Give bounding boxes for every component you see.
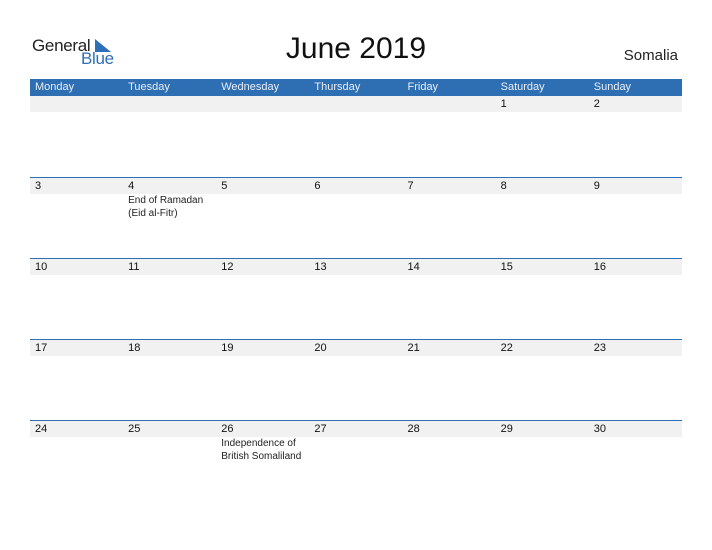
- holiday-event: [30, 194, 123, 220]
- day-number: 26: [221, 423, 234, 435]
- weekday-tuesday: Tuesday: [128, 81, 170, 93]
- day-number: 2: [593, 98, 600, 110]
- holiday-event: [403, 437, 496, 463]
- weekday-wednesday: Wednesday: [221, 81, 280, 93]
- holiday-event: [496, 437, 589, 463]
- day-number: 6: [314, 180, 321, 192]
- holiday-event: End of Ramadan (Eid al-Fitr): [128, 195, 204, 219]
- holiday-event: [123, 437, 216, 463]
- holiday-event: [496, 194, 589, 220]
- day-number: 12: [221, 261, 234, 273]
- day-number-band: 10 11 12 13 14 15 16: [30, 259, 682, 275]
- day-number: 3: [35, 180, 42, 192]
- weekday-thursday: Thursday: [314, 81, 361, 93]
- day-number: 17: [35, 342, 48, 354]
- day-number: 23: [593, 342, 606, 354]
- day-number: 22: [500, 342, 513, 354]
- week-row: 24 25 26 27 28 29 30 Independence of British So…: [30, 420, 682, 501]
- day-number: 11: [128, 261, 140, 273]
- day-number: 9: [593, 180, 600, 192]
- holiday-event: [403, 194, 496, 220]
- day-number-band: 24 25 26 27 28 29 30: [30, 421, 682, 437]
- day-number-band: 3 4 5 6 7 8 9: [30, 178, 682, 194]
- day-number: 4: [128, 180, 135, 192]
- holiday-event: [216, 194, 309, 220]
- holiday-event: [589, 194, 682, 220]
- day-number-band: 17 18 19 20 21 22 23: [30, 340, 682, 356]
- day-number: 5: [221, 180, 228, 192]
- events-row: End of Ramadan (Eid al-Fitr): [30, 194, 682, 220]
- weekday-saturday: Saturday: [500, 81, 545, 93]
- holiday-event: [589, 437, 682, 463]
- day-number: 27: [314, 423, 327, 435]
- day-number: 28: [407, 423, 420, 435]
- weekday-friday: Friday: [407, 81, 439, 93]
- week-row: 3 4 5 6 7 8 9 End of Ramadan (Eid al-Fitr): [30, 177, 682, 258]
- day-number: 10: [35, 261, 48, 273]
- events-row: Independence of British Somaliland: [30, 437, 682, 463]
- day-number: 16: [593, 261, 606, 273]
- day-number: [123, 96, 216, 112]
- day-number: 20: [314, 342, 327, 354]
- day-number: 29: [500, 423, 513, 435]
- day-number-band: 12: [30, 96, 682, 112]
- day-number: 15: [500, 261, 513, 273]
- country-label: Somalia: [623, 47, 678, 64]
- day-number: 21: [407, 342, 420, 354]
- calendar-title: June 2019: [285, 32, 427, 65]
- weekday-sunday: Sunday: [593, 81, 632, 93]
- holiday-event: [30, 437, 123, 463]
- holiday-event: Independence of British Somaliland: [221, 438, 302, 462]
- weekday-header: Monday Tuesday Wednesday Thursday Friday…: [30, 79, 682, 96]
- day-number: 19: [221, 342, 234, 354]
- day-number: 8: [500, 180, 507, 192]
- holiday-event: [309, 194, 402, 220]
- day-number: 7: [407, 180, 414, 192]
- calendar-grid: Monday Tuesday Wednesday Thursday Friday…: [30, 79, 682, 501]
- week-row: 10 11 12 13 14 15 16: [30, 258, 682, 339]
- day-number: 18: [128, 342, 141, 354]
- weekday-monday: Monday: [35, 81, 75, 93]
- day-number: [309, 96, 402, 112]
- day-number: 13: [314, 261, 327, 273]
- day-number: [216, 96, 309, 112]
- day-number: [30, 96, 123, 112]
- day-number: 1: [500, 98, 507, 110]
- day-number: 14: [407, 261, 420, 273]
- day-number: 24: [35, 423, 48, 435]
- week-row: 17 18 19 20 21 22 23: [30, 339, 682, 420]
- day-number: 30: [593, 423, 606, 435]
- holiday-event: [309, 437, 402, 463]
- day-number: [403, 96, 496, 112]
- day-number: 25: [128, 423, 141, 435]
- week-row: 12: [30, 96, 682, 177]
